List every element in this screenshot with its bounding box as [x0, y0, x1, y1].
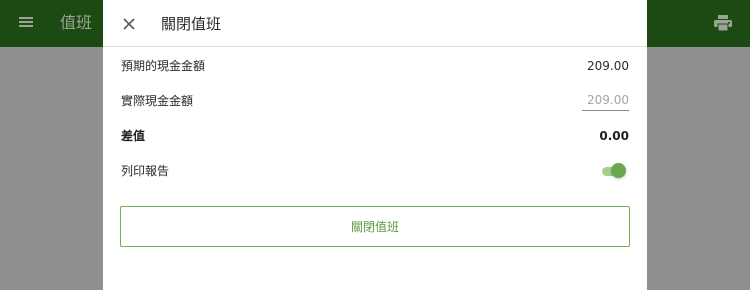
expected-cash-value: 209.00: [587, 59, 629, 73]
close-shift-button[interactable]: 關閉值班: [120, 206, 630, 247]
expected-cash-label: 預期的現金金額: [121, 59, 206, 73]
print-report-row: 列印報告: [121, 159, 629, 183]
dialog-header: 關閉值班: [103, 0, 647, 47]
dialog-title: 關閉值班: [161, 15, 222, 33]
print-report-toggle[interactable]: [601, 162, 627, 180]
expected-cash-row: 預期的現金金額 209.00: [121, 54, 629, 78]
difference-row: 差值 0.00: [121, 124, 629, 148]
difference-value: 0.00: [599, 129, 629, 143]
difference-label: 差值: [121, 129, 146, 143]
toggle-thumb: [611, 163, 626, 178]
print-report-label: 列印報告: [121, 164, 170, 178]
actual-cash-input[interactable]: [582, 89, 629, 111]
actual-cash-row: 實際現金金額: [121, 89, 629, 113]
close-shift-dialog: 關閉值班 預期的現金金額 209.00 實際現金金額 差值 0.00 列印報告 …: [103, 0, 647, 290]
actual-cash-label: 實際現金金額: [121, 94, 194, 108]
close-icon[interactable]: [118, 13, 140, 35]
